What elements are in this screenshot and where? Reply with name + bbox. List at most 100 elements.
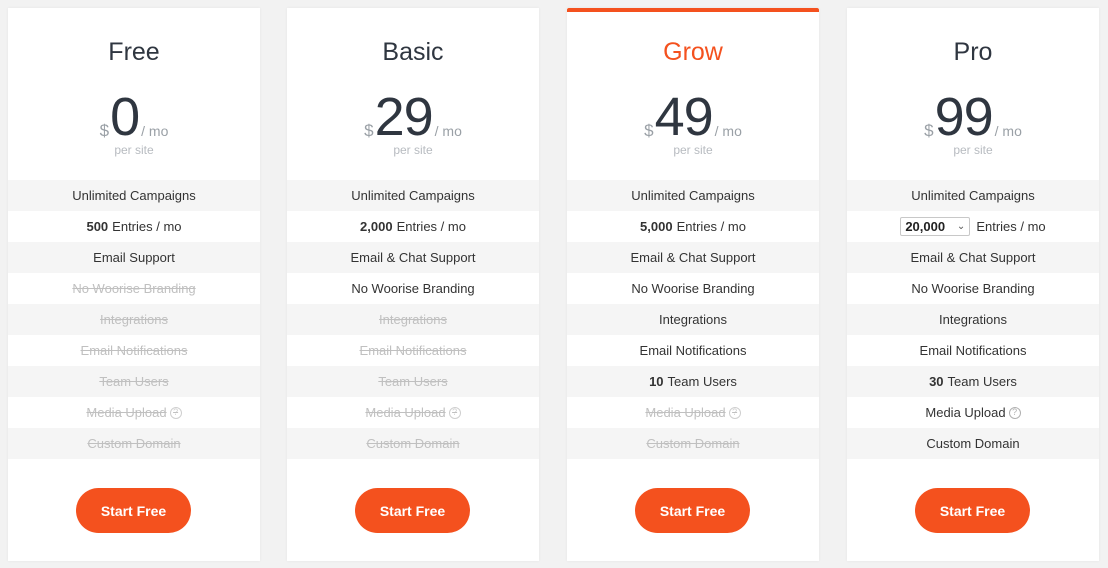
feature-list: Unlimited Campaigns 20,000 ⌄ Entries / m… xyxy=(847,180,1099,459)
feature-label: No Woorise Branding xyxy=(72,281,196,296)
feature-media: Media Upload? xyxy=(287,397,539,428)
price: $ 0 / mo xyxy=(8,88,260,144)
help-icon[interactable]: ? xyxy=(169,406,182,419)
feature-label: Email Support xyxy=(93,250,175,265)
feature-label: Custom Domain xyxy=(87,436,181,451)
price: $ 29 / mo xyxy=(287,88,539,144)
feature-label: Custom Domain xyxy=(366,436,460,451)
feature-support: Email & Chat Support xyxy=(287,242,539,273)
price-amount: 99 xyxy=(934,87,994,147)
feature-label: Team Users xyxy=(947,374,1017,389)
feature-campaigns: Unlimited Campaigns xyxy=(287,180,539,211)
feature-team: Team Users xyxy=(287,366,539,397)
feature-list: Unlimited Campaigns 2,000 Entries / mo Em… xyxy=(287,180,539,459)
price-amount: 29 xyxy=(374,87,434,147)
help-icon[interactable]: ? xyxy=(728,406,741,419)
feature-media: Media Upload? xyxy=(847,397,1099,428)
help-icon[interactable]: ? xyxy=(1008,406,1021,419)
feature-media: Media Upload? xyxy=(8,397,260,428)
price-period: / mo xyxy=(994,123,1022,139)
feature-branding: No Woorise Branding xyxy=(847,273,1099,304)
price: $ 99 / mo xyxy=(847,88,1099,144)
feature-entries: 5,000 Entries / mo xyxy=(567,211,819,242)
feature-entries: 500 Entries / mo xyxy=(8,211,260,242)
feature-branding: No Woorise Branding xyxy=(287,273,539,304)
feature-label: Email & Chat Support xyxy=(910,250,1036,265)
feature-label: Custom Domain xyxy=(646,436,740,451)
feature-label: Unlimited Campaigns xyxy=(72,188,196,203)
currency-symbol: $ xyxy=(99,121,110,140)
price-period: / mo xyxy=(141,123,169,139)
plan-card-free: Free $ 0 / mo per site Unlimited Campaig… xyxy=(8,8,260,561)
start-free-button[interactable]: Start Free xyxy=(635,488,750,533)
feature-support: Email & Chat Support xyxy=(847,242,1099,273)
team-value: 10 xyxy=(649,374,664,389)
feature-team: 30 Team Users xyxy=(847,366,1099,397)
entries-value: 2,000 xyxy=(360,219,393,234)
currency-symbol: $ xyxy=(924,121,934,140)
help-icon[interactable]: ? xyxy=(448,406,461,419)
feature-notifications: Email Notifications xyxy=(567,335,819,366)
per-site-label: per site xyxy=(393,143,433,157)
feature-label: Team Users xyxy=(378,374,448,389)
feature-branding: No Woorise Branding xyxy=(8,273,260,304)
feature-team: Team Users xyxy=(8,366,260,397)
feature-domain: Custom Domain xyxy=(287,428,539,459)
price-period: / mo xyxy=(714,123,742,139)
feature-label: Integrations xyxy=(100,312,168,327)
start-free-button[interactable]: Start Free xyxy=(355,488,470,533)
plan-name: Free xyxy=(108,38,160,66)
entries-suffix: Entries / mo xyxy=(112,219,182,234)
feature-integrations: Integrations xyxy=(287,304,539,335)
feature-label: Media Upload xyxy=(86,405,167,420)
feature-label: Integrations xyxy=(939,312,1007,327)
feature-label: Media Upload xyxy=(925,405,1006,420)
feature-domain: Custom Domain xyxy=(847,428,1099,459)
start-free-button[interactable]: Start Free xyxy=(76,488,191,533)
feature-support: Email Support xyxy=(8,242,260,273)
chevron-down-icon: ⌄ xyxy=(956,221,966,232)
price-amount: 49 xyxy=(654,87,714,147)
feature-support: Email & Chat Support xyxy=(567,242,819,273)
feature-domain: Custom Domain xyxy=(567,428,819,459)
feature-notifications: Email Notifications xyxy=(287,335,539,366)
feature-integrations: Integrations xyxy=(847,304,1099,335)
feature-campaigns: Unlimited Campaigns xyxy=(8,180,260,211)
feature-label: No Woorise Branding xyxy=(351,281,475,296)
feature-label: Team Users xyxy=(667,374,737,389)
feature-list: Unlimited Campaigns 5,000 Entries / mo Em… xyxy=(567,180,819,459)
feature-label: Email & Chat Support xyxy=(350,250,476,265)
feature-campaigns: Unlimited Campaigns xyxy=(847,180,1099,211)
entries-value: 5,000 xyxy=(640,219,673,234)
entries-suffix: Entries / mo xyxy=(676,219,746,234)
feature-label: Email Notifications xyxy=(639,343,747,358)
feature-label: Email Notifications xyxy=(80,343,188,358)
start-free-button[interactable]: Start Free xyxy=(915,488,1030,533)
per-site-label: per site xyxy=(953,143,993,157)
entries-selected-value: 20,000 xyxy=(905,219,946,234)
feature-label: Unlimited Campaigns xyxy=(631,188,755,203)
feature-label: Media Upload xyxy=(365,405,446,420)
feature-label: Media Upload xyxy=(645,405,726,420)
feature-branding: No Woorise Branding xyxy=(567,273,819,304)
plan-card-pro: Pro $ 99 / mo per site Unlimited Campaig… xyxy=(847,8,1099,561)
plan-card-basic: Basic $ 29 / mo per site Unlimited Campa… xyxy=(287,8,539,561)
feature-label: Email Notifications xyxy=(359,343,467,358)
feature-integrations: Integrations xyxy=(8,304,260,335)
feature-label: No Woorise Branding xyxy=(631,281,755,296)
feature-entries: 2,000 Entries / mo xyxy=(287,211,539,242)
feature-label: Team Users xyxy=(99,374,169,389)
plan-name: Pro xyxy=(953,38,993,66)
feature-label: Integrations xyxy=(379,312,447,327)
entries-suffix: Entries / mo xyxy=(396,219,466,234)
feature-integrations: Integrations xyxy=(567,304,819,335)
plan-name: Basic xyxy=(382,38,444,66)
feature-notifications: Email Notifications xyxy=(8,335,260,366)
entries-select[interactable]: 20,000 ⌄ xyxy=(900,217,971,236)
feature-label: Integrations xyxy=(659,312,727,327)
feature-media: Media Upload? xyxy=(567,397,819,428)
currency-symbol: $ xyxy=(364,121,374,140)
team-value: 30 xyxy=(929,374,944,389)
feature-notifications: Email Notifications xyxy=(847,335,1099,366)
feature-team: 10 Team Users xyxy=(567,366,819,397)
